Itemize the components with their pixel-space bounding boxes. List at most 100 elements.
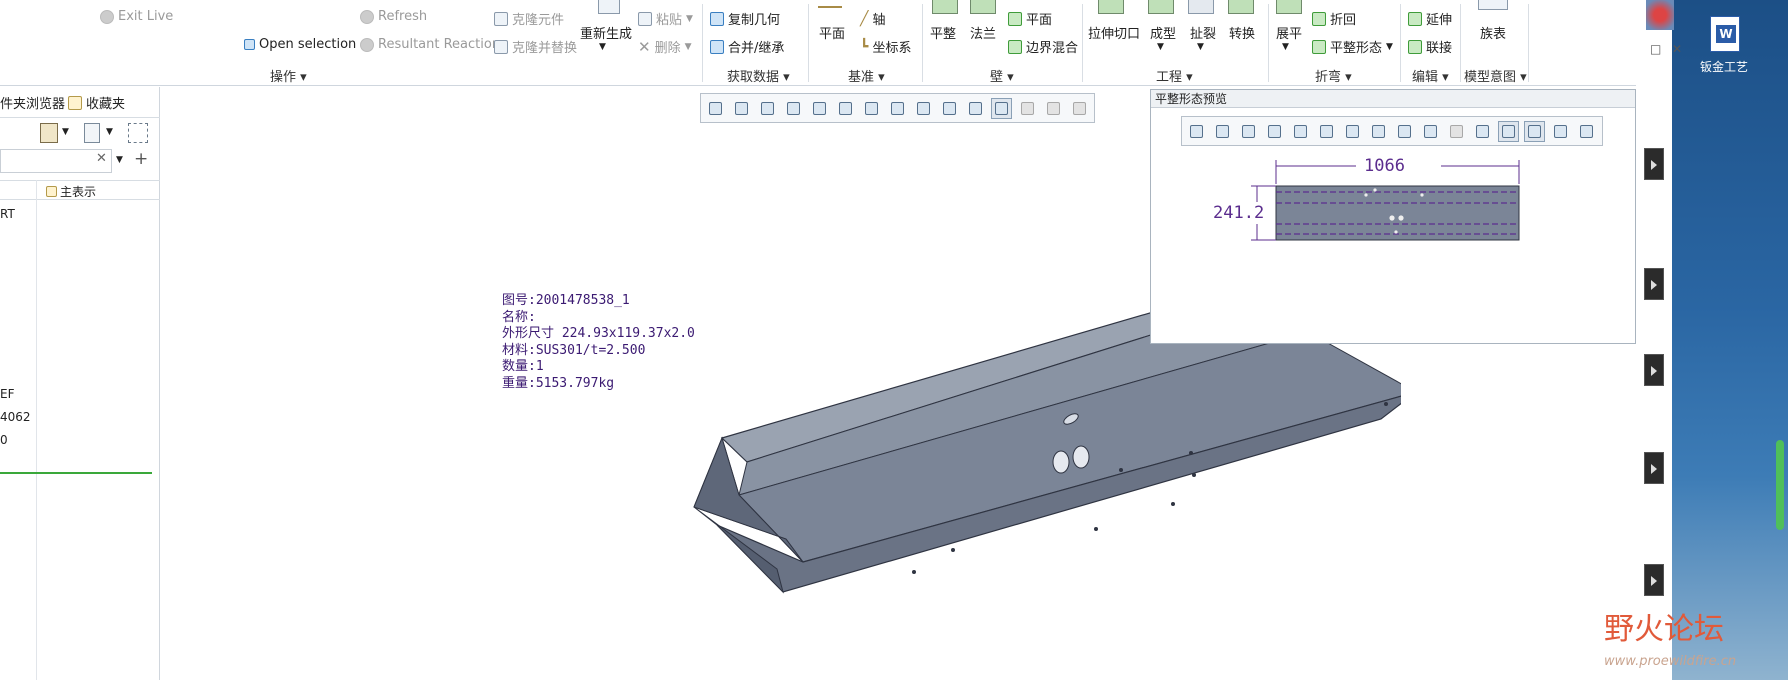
tab-favorites[interactable]: 收藏夹	[68, 93, 125, 112]
refit-icon[interactable]	[705, 98, 726, 119]
regenerate-button[interactable]: 重新生成	[580, 23, 632, 42]
display-style-icon[interactable]	[809, 98, 830, 119]
group-label-model-intent[interactable]: 模型意图 ▾	[1464, 66, 1527, 85]
open-selection-button[interactable]: Open selection	[244, 37, 356, 52]
form-dropdown-icon[interactable]: ▼	[1157, 42, 1164, 52]
filter-tree-icon[interactable]	[128, 123, 148, 143]
pause-icon[interactable]	[1446, 121, 1467, 142]
spin-center-icon[interactable]	[965, 98, 986, 119]
repaint-icon[interactable]	[783, 98, 804, 119]
tree-row[interactable]: 4062	[0, 410, 31, 424]
show-dropdown-icon[interactable]: ▼	[106, 127, 113, 137]
saved-views-icon[interactable]	[835, 98, 856, 119]
saved-views-icon[interactable]	[1316, 121, 1337, 142]
annotation-display-icon[interactable]	[1394, 121, 1415, 142]
flat-state-button[interactable]: 平整形态 ▼	[1312, 37, 1393, 56]
wall-plane-button[interactable]: 平面	[1008, 9, 1052, 28]
group-label-operations[interactable]: 操作 ▾	[270, 66, 307, 85]
tree-row[interactable]: EF	[0, 387, 14, 401]
column-header-main-rep[interactable]: 主表示	[46, 183, 96, 200]
zoom-in-icon[interactable]	[1212, 121, 1233, 142]
desktop-avatar-icon[interactable]	[1646, 0, 1674, 30]
orient-icon[interactable]	[1472, 121, 1493, 142]
settings-tool-icon[interactable]	[40, 123, 58, 143]
extend-button[interactable]: 延伸	[1408, 9, 1452, 28]
bend-back-button[interactable]: 折回	[1312, 9, 1356, 28]
display-style-icon[interactable]	[1290, 121, 1311, 142]
exit-live-button[interactable]: Exit Live	[100, 9, 173, 24]
add-icon[interactable]: +	[134, 149, 148, 169]
clear-search-icon[interactable]: ✕	[96, 151, 107, 166]
annotation-display-icon[interactable]	[939, 98, 960, 119]
delete-button[interactable]: ✕ 删除 ▼	[638, 37, 692, 57]
tree-row[interactable]: 0	[0, 433, 8, 447]
group-label-bend[interactable]: 折弯 ▾	[1315, 66, 1352, 85]
resultant-reaction-button[interactable]: Resultant Reaction	[360, 37, 500, 52]
copy-view-icon[interactable]	[1550, 121, 1571, 142]
settings-dropdown-icon[interactable]: ▼	[62, 127, 69, 137]
rip-dropdown-icon[interactable]: ▼	[1197, 42, 1204, 52]
csys-icon: ┗	[860, 38, 869, 55]
perspective-icon[interactable]	[1342, 121, 1363, 142]
export-icon[interactable]	[1576, 121, 1597, 142]
perspective-icon[interactable]	[887, 98, 908, 119]
datum-plane-button[interactable]: 平面	[819, 23, 845, 42]
restore-icon[interactable]: □	[1650, 42, 1661, 56]
csys-button[interactable]: ┗ 坐标系	[860, 37, 911, 57]
zoom-in-icon[interactable]	[731, 98, 752, 119]
expand-icon[interactable]	[1644, 452, 1664, 484]
flat-state-dropdown-icon[interactable]: ▼	[1386, 42, 1393, 52]
show-tree-icon[interactable]	[84, 123, 100, 143]
search-dropdown-icon[interactable]: ▼	[116, 155, 123, 165]
paste-dropdown-icon[interactable]: ▼	[686, 14, 693, 24]
unbend-button[interactable]: 展平	[1276, 23, 1302, 42]
expand-icon[interactable]	[1644, 564, 1664, 596]
refresh-button[interactable]: Refresh	[360, 9, 427, 24]
expand-icon[interactable]	[1644, 268, 1664, 300]
group-label-wall[interactable]: 壁 ▾	[990, 66, 1014, 85]
word-document-icon[interactable]: W	[1710, 16, 1740, 52]
close-icon[interactable]: ✕	[1672, 42, 1682, 56]
tree-row[interactable]: RT	[0, 207, 15, 221]
view-manager-icon[interactable]	[861, 98, 882, 119]
repaint-icon[interactable]	[1264, 121, 1285, 142]
boundary-blend-button[interactable]: 边界混合	[1008, 37, 1078, 56]
zoom-out-icon[interactable]	[1238, 121, 1259, 142]
group-label-engineering[interactable]: 工程 ▾	[1156, 66, 1193, 85]
spin-center-icon[interactable]	[1420, 121, 1441, 142]
datum-display-icon[interactable]	[913, 98, 934, 119]
group-label-datum[interactable]: 基准 ▾	[848, 66, 885, 85]
more-icon[interactable]	[1069, 98, 1090, 119]
unbend-dropdown-icon[interactable]: ▼	[1282, 42, 1289, 52]
tab-folder-browser[interactable]: 件夹浏览器	[0, 93, 65, 112]
flange-button[interactable]: 法兰	[970, 23, 996, 42]
zoom-out-icon[interactable]	[757, 98, 778, 119]
clone-component-button[interactable]: 克隆元件	[494, 9, 564, 28]
convert-button[interactable]: 转换	[1229, 23, 1255, 42]
flat-state-preview-window[interactable]: 平整形态预览 1066 241.2	[1150, 89, 1636, 344]
section-icon[interactable]	[1017, 98, 1038, 119]
merge-inherit-button[interactable]: 合并/继承	[710, 37, 784, 56]
form-button[interactable]: 成型	[1150, 23, 1176, 42]
point-display-icon[interactable]	[1498, 120, 1519, 142]
paste-button[interactable]: 粘贴 ▼	[638, 9, 693, 28]
family-table-button[interactable]: 族表	[1480, 23, 1506, 42]
group-label-edit[interactable]: 编辑 ▾	[1412, 66, 1449, 85]
flat-wall-button[interactable]: 平整	[930, 23, 956, 42]
copy-geometry-button[interactable]: 复制几何	[710, 9, 780, 28]
expand-icon[interactable]	[1644, 354, 1664, 386]
join-button[interactable]: 联接	[1408, 37, 1452, 56]
extrude-cut-button[interactable]: 拉伸切口	[1088, 23, 1140, 42]
axis-button[interactable]: ╱ 轴	[860, 9, 885, 29]
datum-display-icon[interactable]	[1368, 121, 1389, 142]
group-label-get-data[interactable]: 获取数据 ▾	[727, 66, 790, 85]
pause-icon[interactable]	[1043, 98, 1064, 119]
delete-dropdown-icon[interactable]: ▼	[685, 42, 692, 52]
point-display-icon[interactable]	[991, 97, 1012, 119]
clone-replace-button[interactable]: 克隆并替换	[494, 37, 577, 56]
expand-icon[interactable]	[1644, 148, 1664, 180]
regenerate-dropdown-icon[interactable]: ▼	[599, 42, 606, 52]
dimension-display-icon[interactable]	[1524, 120, 1545, 142]
rip-button[interactable]: 扯裂	[1190, 23, 1216, 42]
refit-icon[interactable]	[1186, 121, 1207, 142]
